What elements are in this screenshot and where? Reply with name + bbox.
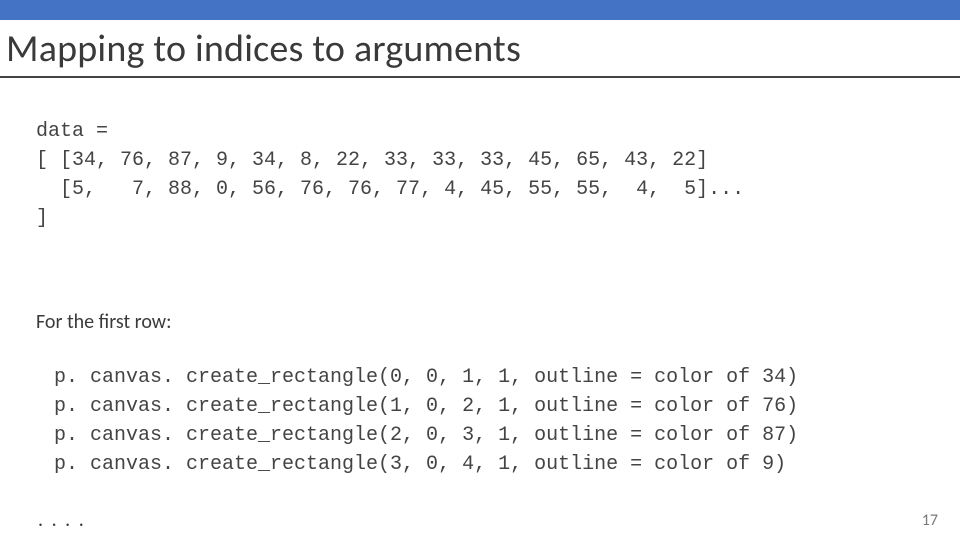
code-line: p. canvas. create_rectangle(1, 0, 2, 1, … [54,395,798,418]
slide-number: 17 [922,511,938,530]
ellipsis: . . . . [36,508,936,532]
slide-content: data = [ [34, 76, 87, 9, 34, 8, 22, 33, … [0,88,960,532]
body-intro: For the first row: [36,310,936,334]
code-line: [5, 7, 88, 0, 56, 76, 76, 77, 4, 45, 55,… [36,178,744,201]
title-underline [0,76,960,78]
slide-title: Mapping to indices to arguments [0,20,960,72]
code-line: [ [34, 76, 87, 9, 34, 8, 22, 33, 33, 33,… [36,149,708,172]
code-line: p. canvas. create_rectangle(3, 0, 4, 1, … [54,453,786,476]
code-line: p. canvas. create_rectangle(0, 0, 1, 1, … [54,366,798,389]
code-line: data = [36,120,108,143]
code-line: p. canvas. create_rectangle(2, 0, 3, 1, … [54,424,798,447]
code-block-data: data = [ [34, 76, 87, 9, 34, 8, 22, 33, … [36,88,936,262]
code-line: ] [36,207,48,230]
code-block-calls: p. canvas. create_rectangle(0, 0, 1, 1, … [36,334,936,508]
spacer [36,262,936,310]
slide-top-border [0,0,960,20]
